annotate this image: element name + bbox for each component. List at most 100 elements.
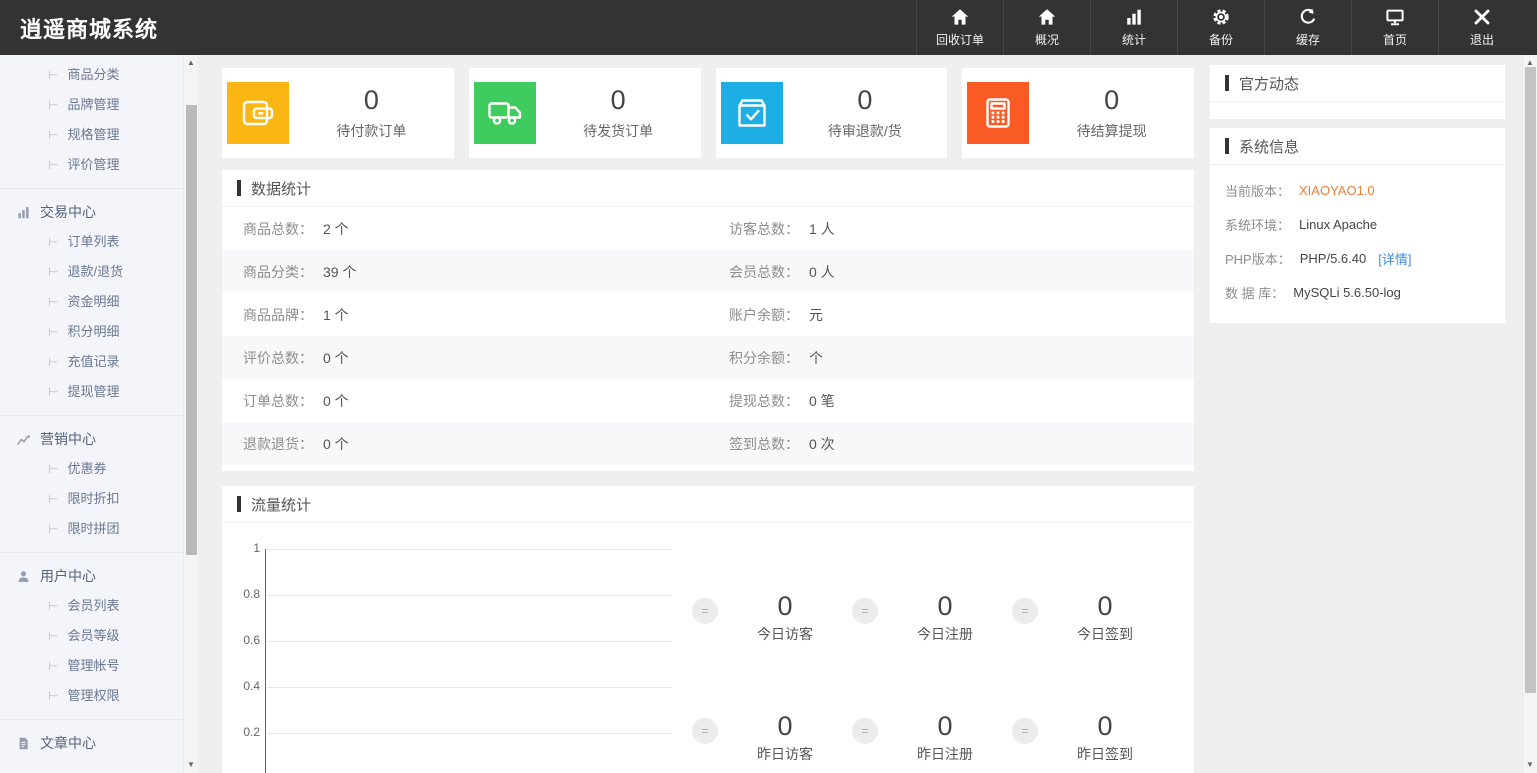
sidebar-divider <box>0 415 198 416</box>
gridline <box>265 687 672 688</box>
sidebar-item-fund-details[interactable]: ⊢资金明细 <box>0 287 198 317</box>
page-scrollbar[interactable]: ▲ ▼ <box>1522 55 1537 773</box>
sys-label: 系统环境： <box>1225 215 1290 234</box>
sidebar-item-review-management[interactable]: ⊢评价管理 <box>0 150 198 180</box>
stat-value: 元 <box>809 305 823 325</box>
stat-label: 签到总数： <box>729 434 799 454</box>
card-value: 0 <box>289 85 454 116</box>
official-news-panel: 官方动态 <box>1210 65 1505 119</box>
close-icon <box>1472 7 1492 27</box>
stat-label: 商品品牌： <box>243 305 313 325</box>
wallet-icon <box>227 82 289 144</box>
panel-header: 数据统计 <box>222 170 1194 207</box>
sidebar-item-coupon[interactable]: ⊢优惠券 <box>0 454 198 484</box>
sidebar-scrollbar-thumb[interactable] <box>186 105 197 555</box>
card-pending-settlement[interactable]: 0 待结算提现 <box>962 68 1194 158</box>
sidebar-item-label: 管理帐号 <box>67 658 119 673</box>
sidebar-item-spec-management[interactable]: ⊢规格管理 <box>0 120 198 150</box>
stat-label: 今日注册 <box>878 624 1012 644</box>
sidebar-section-marketing-center[interactable]: 营销中心 <box>0 424 198 454</box>
traffic-stats: = 0今日访客 = 0今日注册 = 0今日签到 = 0昨日访客 = <box>692 591 1182 773</box>
scroll-up-icon[interactable]: ▲ <box>184 56 198 70</box>
database-version: MySQLi 5.6.50-log <box>1293 285 1401 300</box>
sidebar-item-recharge-records[interactable]: ⊢充值记录 <box>0 347 198 377</box>
gridline <box>265 733 672 734</box>
sidebar-item-group-buy[interactable]: ⊢ 限时拼团 <box>0 514 198 544</box>
stat-value: 39 个 <box>323 262 356 282</box>
tree-branch-icon: ⊢ <box>48 325 58 339</box>
nav-homepage[interactable]: 首页 <box>1351 0 1438 55</box>
nav-overview[interactable]: 概况 <box>1003 0 1090 55</box>
nav-item-label: 回收订单 <box>936 31 984 48</box>
stat-label: 账户余额： <box>729 305 799 325</box>
sidebar-item-flash-discount[interactable]: ⊢限时折扣 <box>0 484 198 514</box>
nav-statistics[interactable]: 统计 <box>1090 0 1177 55</box>
nav-logout[interactable]: 退出 <box>1438 0 1525 55</box>
nav-cache[interactable]: 缓存 <box>1264 0 1351 55</box>
sidebar-item-member-level[interactable]: ⊢会员等级 <box>0 621 198 651</box>
stat-value: 0 <box>1038 711 1172 741</box>
title-bar-icon <box>237 180 241 196</box>
equals-icon: = <box>1012 598 1038 624</box>
tree-branch-icon: ⊢ <box>48 68 58 82</box>
stat-label: 会员总数： <box>729 262 799 282</box>
nav-recycle-orders[interactable]: 回收订单 <box>916 0 1003 55</box>
right-column: 官方动态 系统信息 当前版本： XIAOYAO1.0 系统环境： Linux A… <box>1210 55 1505 323</box>
sidebar-item-label: 会员等级 <box>67 628 119 643</box>
stat-value: 1 人 <box>809 219 835 239</box>
stat-value: 0 人 <box>809 262 835 282</box>
stat-today-checkins: = 0今日签到 <box>1012 591 1172 644</box>
sidebar-section-trade-center[interactable]: 交易中心 <box>0 197 198 227</box>
equals-icon: = <box>692 718 718 744</box>
details-link[interactable]: [详情] <box>1378 249 1411 268</box>
sidebar-item-label: 资金明细 <box>67 294 119 309</box>
sys-label: PHP版本： <box>1225 249 1291 268</box>
stat-today-registrations: = 0今日注册 <box>852 591 1012 644</box>
equals-icon: = <box>1012 718 1038 744</box>
sidebar-item-label: 退款/退货 <box>67 264 123 279</box>
sidebar-section-label: 用户中心 <box>40 561 96 591</box>
nav-item-label: 概况 <box>1035 31 1059 48</box>
page-scrollbar-thumb[interactable] <box>1525 67 1536 693</box>
data-statistics-panel: 数据统计 商品总数：2 个 访客总数：1 人 商品分类：39 个 会员总数：0 … <box>222 170 1194 471</box>
card-pending-refund-review[interactable]: 0 待审退款/货 <box>716 68 948 158</box>
sidebar-item-refund-return[interactable]: ⊢退款/退货 <box>0 257 198 287</box>
tree-branch-icon: ⊢ <box>48 522 58 536</box>
card-pending-payment[interactable]: 0 待付款订单 <box>222 68 454 158</box>
scroll-down-icon[interactable]: ▼ <box>1523 758 1537 772</box>
y-axis-tick: 0.2 <box>228 725 260 739</box>
equals-icon: = <box>692 598 718 624</box>
scroll-down-icon[interactable]: ▼ <box>184 758 198 772</box>
sidebar-item-admin-permission[interactable]: ⊢管理权限 <box>0 681 198 711</box>
sidebar-item-admin-account[interactable]: ⊢管理帐号 <box>0 651 198 681</box>
stat-value: 0 个 <box>323 348 349 368</box>
stat-value: 0 <box>1038 591 1172 621</box>
bar-chart-icon <box>1124 7 1144 27</box>
stat-today-visitors: = 0今日访客 <box>692 591 852 644</box>
system-info-rows: 当前版本： XIAOYAO1.0 系统环境： Linux Apache PHP版… <box>1210 165 1505 309</box>
sidebar-item-brand-management[interactable]: ⊢品牌管理 <box>0 90 198 120</box>
card-value: 0 <box>783 85 948 116</box>
sidebar-item-product-category[interactable]: ⊢商品分类 <box>0 60 198 90</box>
stat-label: 积分余额： <box>729 348 799 368</box>
sidebar-item-points-details[interactable]: ⊢积分明细 <box>0 317 198 347</box>
y-axis-tick: 1 <box>228 541 260 555</box>
panel-title: 官方动态 <box>1239 73 1299 94</box>
stat-value: 1 个 <box>323 305 349 325</box>
nav-item-label: 退出 <box>1470 31 1494 48</box>
php-version: PHP/5.6.40 <box>1300 251 1367 266</box>
stat-value: 0 <box>718 591 852 621</box>
card-pending-shipment[interactable]: 0 待发货订单 <box>469 68 701 158</box>
sidebar-item-withdrawal-management[interactable]: ⊢提现管理 <box>0 377 198 407</box>
sidebar-section-article-center[interactable]: 文章中心 <box>0 728 198 758</box>
home-icon <box>1037 7 1057 27</box>
sidebar-item-order-list[interactable]: ⊢订单列表 <box>0 227 198 257</box>
sidebar-item-label: 限时拼团 <box>67 521 119 536</box>
sidebar-item-label: 优惠券 <box>67 461 106 476</box>
sidebar-scrollbar[interactable]: ▲ ▼ <box>183 55 198 773</box>
nav-backup[interactable]: 备份 <box>1177 0 1264 55</box>
sidebar-section-user-center[interactable]: 用户中心 <box>0 561 198 591</box>
nav-item-label: 首页 <box>1383 31 1407 48</box>
sidebar-item-member-list[interactable]: ⊢会员列表 <box>0 591 198 621</box>
truck-icon <box>474 82 536 144</box>
